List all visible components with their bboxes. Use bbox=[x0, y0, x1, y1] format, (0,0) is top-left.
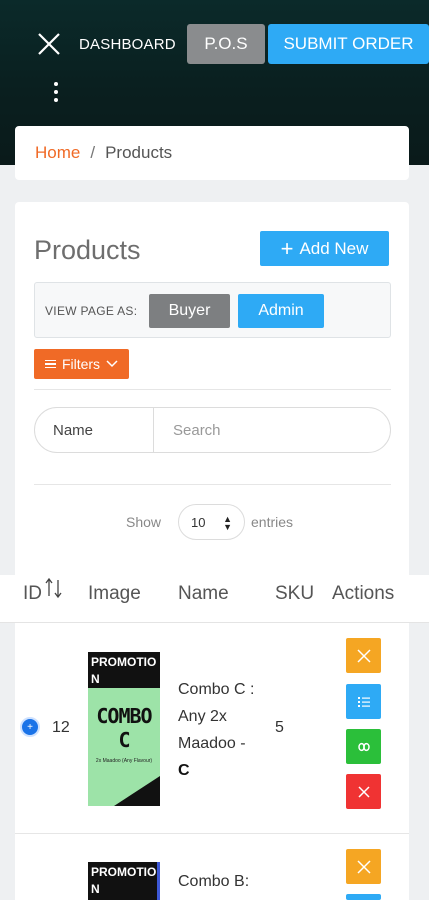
pos-button[interactable]: P.O.S bbox=[187, 24, 265, 64]
column-header-image: Image bbox=[88, 583, 141, 604]
buyer-view-button[interactable]: Buyer bbox=[149, 294, 230, 328]
page-size-control: Show 10 ▲ ▼ entries bbox=[15, 504, 409, 540]
product-image[interactable]: PROMOTIO N bbox=[88, 862, 160, 900]
show-label: Show bbox=[126, 514, 162, 530]
delete-button[interactable] bbox=[346, 774, 381, 809]
more-vertical-icon[interactable] bbox=[51, 82, 61, 104]
close-icon bbox=[357, 785, 370, 798]
menu-lines-icon bbox=[44, 358, 56, 371]
add-new-button[interactable]: + Add New bbox=[260, 231, 389, 266]
search-field-label[interactable]: Name bbox=[53, 422, 93, 439]
cross-icon bbox=[356, 648, 371, 663]
breadcrumb-separator: / bbox=[90, 143, 96, 162]
admin-view-button[interactable]: Admin bbox=[238, 294, 324, 328]
breadcrumb: Home / Products bbox=[15, 126, 409, 180]
edit-button[interactable] bbox=[346, 638, 381, 673]
table-header: ID Image Name SKU Actions bbox=[0, 575, 429, 623]
row-name-bold: C bbox=[178, 762, 190, 779]
image-stripe-decoration bbox=[157, 862, 160, 900]
link-icon bbox=[357, 742, 370, 751]
breadcrumb-current: Products bbox=[105, 143, 173, 162]
details-button[interactable] bbox=[346, 684, 381, 719]
column-header-actions: Actions bbox=[332, 583, 395, 604]
image-title-text: COMBO C bbox=[96, 704, 152, 752]
breadcrumb-home-link[interactable]: Home bbox=[35, 143, 80, 163]
cross-icon bbox=[356, 859, 371, 874]
sort-icon[interactable] bbox=[44, 577, 64, 599]
search-input[interactable] bbox=[159, 416, 379, 444]
row-id: 12 bbox=[52, 719, 70, 736]
plus-icon: + bbox=[280, 235, 294, 261]
row-name: Combo B: bbox=[178, 873, 250, 890]
filters-label: Filters bbox=[61, 356, 101, 372]
row-name: Combo C : Any 2x Maadoo - C bbox=[178, 676, 260, 784]
details-button[interactable] bbox=[346, 894, 381, 900]
column-header-sku[interactable]: SKU bbox=[275, 583, 314, 605]
divider bbox=[153, 408, 154, 452]
entries-label: entries bbox=[251, 514, 294, 530]
close-icon[interactable] bbox=[36, 31, 62, 57]
row-expand-icon[interactable]: + bbox=[20, 717, 40, 737]
row-name-text: Combo C : Any 2x Maadoo - bbox=[178, 681, 255, 752]
select-arrows-icon: ▲ ▼ bbox=[223, 514, 232, 532]
image-banner-text: PROMOTIO N bbox=[88, 652, 160, 688]
image-corner-decoration bbox=[114, 776, 160, 806]
column-header-name[interactable]: Name bbox=[178, 583, 229, 605]
submit-order-button[interactable]: SUBMIT ORDER bbox=[268, 24, 429, 64]
view-as-panel: VIEW PAGE AS: Buyer Admin bbox=[34, 282, 391, 338]
divider bbox=[34, 389, 391, 390]
row-sku: 5 bbox=[275, 719, 284, 736]
page-title: Products bbox=[34, 235, 141, 265]
view-as-label: VIEW PAGE AS: bbox=[45, 304, 138, 318]
list-icon bbox=[357, 696, 370, 707]
edit-button[interactable] bbox=[346, 849, 381, 884]
product-image[interactable]: PROMOTIO N COMBO C 2x Maadoo (Any Flavou… bbox=[88, 652, 160, 806]
dashboard-link[interactable]: DASHBOARD bbox=[79, 36, 176, 53]
page-size-value: 10 bbox=[191, 514, 206, 530]
divider bbox=[34, 484, 391, 485]
search-bar: Name bbox=[34, 407, 391, 453]
filters-button[interactable]: Filters bbox=[34, 349, 129, 379]
image-banner-text: PROMOTIO N bbox=[91, 865, 157, 896]
page-size-select[interactable]: 10 ▲ ▼ bbox=[178, 504, 245, 540]
assign-button[interactable] bbox=[346, 729, 381, 764]
image-subtitle-text: 2x Maadoo (Any Flavour) bbox=[95, 758, 153, 764]
add-new-label: Add New bbox=[299, 238, 369, 258]
chevron-down-icon bbox=[106, 360, 118, 368]
column-header-id[interactable]: ID bbox=[23, 583, 42, 605]
